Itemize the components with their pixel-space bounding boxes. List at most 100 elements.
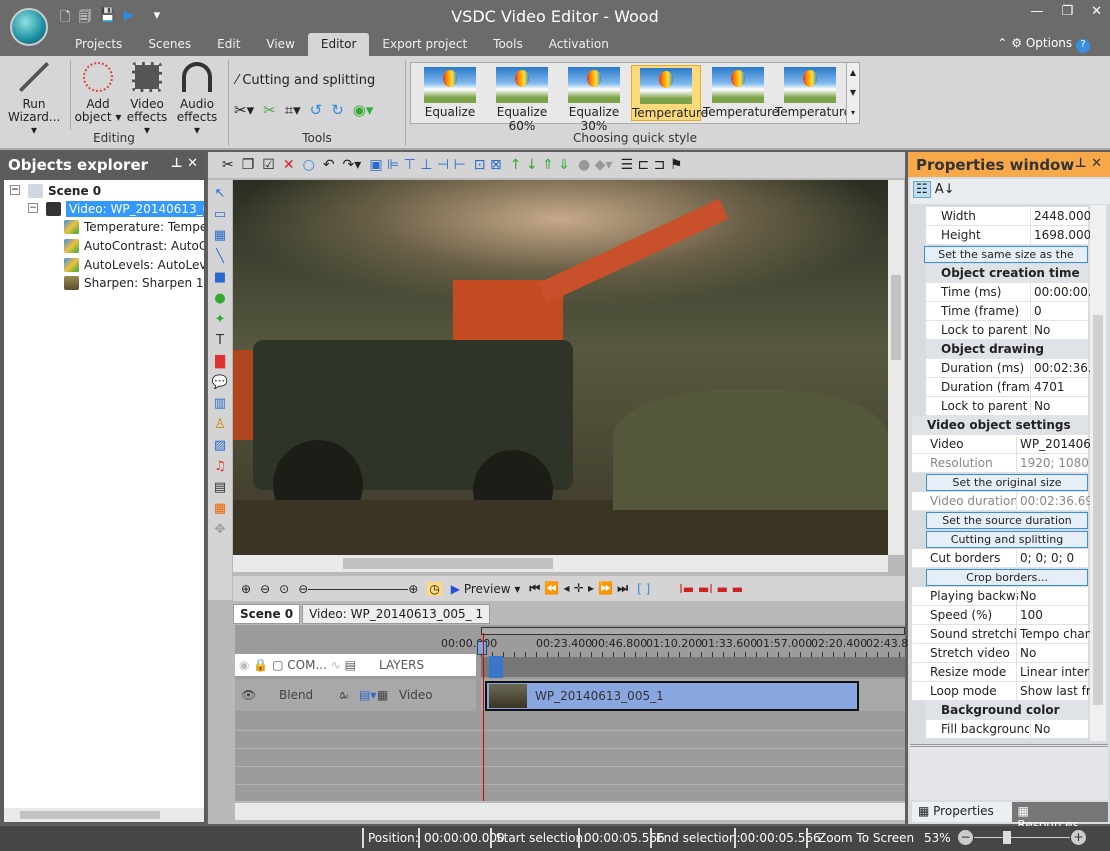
text-icon[interactable]: T — [216, 333, 224, 348]
tree-node[interactable]: AutoLevels: AutoLevels 1 — [64, 256, 204, 274]
property-value[interactable]: WP_20140613_005_1 — [1016, 435, 1092, 454]
subtitle-icon[interactable]: ▇ — [215, 354, 225, 369]
property-category[interactable]: Object drawing duration — [926, 340, 1088, 375]
scene-marker[interactable] — [489, 656, 503, 678]
crop-icon[interactable]: ⌗▾ — [285, 101, 301, 119]
expander-icon[interactable]: − — [28, 203, 38, 213]
copy-icon[interactable]: ❐ — [242, 157, 255, 173]
pin-close-icons[interactable]: ⊥ ✕ — [1075, 156, 1102, 171]
tab-resources[interactable]: ▦ Resources... — [1011, 802, 1108, 832]
video-effects-button[interactable]: Video effects ▾ — [122, 62, 172, 137]
trim-icon[interactable]: ✂ — [263, 101, 276, 119]
property-value[interactable]: Linear interpolation — [1016, 663, 1092, 682]
property-row[interactable]: Height 1698.000 — [926, 226, 1091, 245]
image-icon[interactable]: ▨ — [214, 438, 226, 453]
cutting-splitting-button[interactable]: ⁄ Cutting and splitting — [236, 73, 375, 88]
property-value[interactable]: Tempo change — [1016, 625, 1092, 644]
property-row[interactable]: Loop mode Show last frame — [912, 682, 1092, 701]
tools-icon[interactable]: ◉▾ — [353, 101, 374, 119]
ribbon-tab-activation[interactable]: Activation — [536, 33, 622, 56]
help-icon[interactable]: ? — [1076, 39, 1090, 53]
timeline-range-bar[interactable] — [481, 627, 905, 635]
tree-node[interactable]: Temperature: Temperature 1 — [64, 218, 204, 236]
quick-style-item[interactable]: Equalize 60% — [487, 65, 557, 133]
property-row[interactable]: Fill background No — [926, 720, 1088, 739]
property-row[interactable]: Playing backwardsNo — [912, 587, 1088, 606]
ribbon-tab-export-project[interactable]: Export project — [369, 33, 480, 56]
clock-icon[interactable]: ◷ — [427, 581, 442, 596]
add-object-button[interactable]: Add object ▾ — [74, 62, 122, 124]
property-row[interactable]: Stretch video No — [912, 644, 1088, 663]
undo-icon[interactable]: ↶ — [323, 157, 335, 173]
categorized-icon[interactable]: ☷ — [913, 181, 931, 198]
scissors-icon[interactable]: ✂▾ — [234, 101, 254, 119]
zoom-out-icon[interactable]: ⊖ — [260, 582, 270, 596]
rotate-left-icon[interactable]: ↺ — [310, 101, 323, 119]
options-button[interactable]: ⌃ ⚙ Options ? — [997, 36, 1090, 53]
property-row[interactable]: Resolution 1920; 1080 — [912, 454, 1089, 473]
fullscreen-icon[interactable]: [ ] — [637, 582, 650, 596]
ribbon-tab-view[interactable]: View — [253, 33, 307, 56]
property-value[interactable]: Show last frame — [1016, 682, 1092, 701]
move-icon[interactable]: ✥ — [215, 522, 226, 537]
composition-icon[interactable]: ▢ — [272, 658, 283, 672]
cut-icon[interactable]: ✂ — [222, 157, 234, 173]
zoom-thumb[interactable] — [1002, 831, 1011, 844]
freeform-icon[interactable]: ✦ — [215, 312, 226, 327]
timeline-zoom-slider[interactable]: ⊖ ⊕ — [298, 582, 418, 596]
chart-icon[interactable]: ▥ — [214, 396, 226, 411]
timeline-tab[interactable]: Video: WP_20140613_005_ 1 — [302, 604, 491, 624]
delete-icon[interactable]: ✕ — [283, 157, 295, 173]
audio-effects-button[interactable]: Audio effects ▾ — [172, 62, 222, 137]
preview-hscrollbar[interactable] — [233, 555, 888, 572]
ribbon-tab-scenes[interactable]: Scenes — [135, 33, 204, 56]
property-row[interactable]: Cut borders 0; 0; 0; 0 — [912, 549, 1088, 568]
timeline-hscrollbar[interactable] — [235, 803, 905, 820]
rotate-right-icon[interactable]: ↻ — [331, 101, 344, 119]
pointer-icon[interactable]: ↖ — [215, 186, 226, 201]
property-value[interactable]: 0; 0; 0; 0 — [1016, 549, 1092, 568]
property-row[interactable]: Speed (%) 100 — [912, 606, 1088, 625]
property-category[interactable]: Object creation time — [926, 264, 1088, 283]
property-value[interactable]: 00:02:36.690 — [1016, 492, 1092, 511]
property-row[interactable]: Width 2448.000 — [926, 207, 1091, 226]
run-wizard-button[interactable]: Run Wizard... ▾ — [8, 62, 60, 137]
ribbon-tab-edit[interactable]: Edit — [204, 33, 253, 56]
video-icon[interactable]: ▤ — [214, 480, 226, 495]
preview-button[interactable]: ▶ Preview ▾ — [451, 582, 521, 596]
timeline-tab[interactable]: Scene 0 — [233, 604, 301, 624]
property-action-button[interactable]: Cutting and splitting — [926, 531, 1088, 548]
zoom-100-icon[interactable]: ⊙ — [279, 582, 289, 596]
tree-node[interactable]: − Scene 0 — [10, 182, 101, 200]
spectrum-icon[interactable]: ▦ — [214, 501, 226, 516]
video-clip[interactable]: WP_20140613_005_1 — [485, 681, 859, 711]
redo-icon[interactable]: ↷▾ — [343, 157, 362, 173]
pin-close-icons[interactable]: ⊥ ✕ — [171, 156, 198, 171]
property-action-button[interactable]: Set the original size — [926, 474, 1088, 491]
fit-icons[interactable]: ⊡ ⊠ — [474, 157, 502, 173]
align-icons[interactable]: ▣ ⊫ ⊤ ⊥ ⊣ ⊢ — [369, 157, 465, 173]
preview-vscrollbar[interactable] — [888, 180, 904, 555]
property-category[interactable]: Video object settings — [912, 416, 1088, 435]
expander-icon[interactable]: − — [10, 185, 20, 195]
property-value[interactable]: 100 — [1016, 606, 1092, 625]
gallery-scroll[interactable]: ▲ ▼ ▾ — [846, 62, 860, 124]
quick-style-item[interactable]: Temperature — [703, 65, 779, 119]
quick-style-item[interactable]: Equalize — [415, 65, 485, 119]
tree-node[interactable]: Sharpen: Sharpen 1 — [64, 274, 204, 292]
zoom-slider[interactable]: − + — [958, 830, 1086, 846]
circle-icon[interactable]: ○ — [303, 157, 315, 173]
group-icon[interactable]: ▦ — [214, 228, 226, 243]
ribbon-tab-tools[interactable]: Tools — [480, 33, 536, 56]
tree-node[interactable]: AutoContrast: AutoContrast 1 — [64, 237, 204, 255]
quick-style-item[interactable]: Temperature — [775, 65, 851, 119]
transport-icons[interactable]: ⏮ ⏪ ◂ ✛ ▸ ⏩ ⏭ — [529, 581, 628, 596]
property-row[interactable]: Video WP_20140613_005_1 — [912, 435, 1092, 454]
sprite-icon[interactable]: ♙ — [214, 417, 226, 432]
property-value[interactable]: No — [1016, 587, 1092, 606]
tree-hscrollbar[interactable] — [4, 808, 204, 822]
shape-icons[interactable]: ● ◆▾ — [578, 157, 612, 173]
quick-style-item[interactable]: Equalize 30% — [559, 65, 629, 133]
marker-icons[interactable]: I▬ ▬I ▬ ▬ — [679, 582, 743, 596]
video-preview[interactable] — [233, 180, 888, 555]
